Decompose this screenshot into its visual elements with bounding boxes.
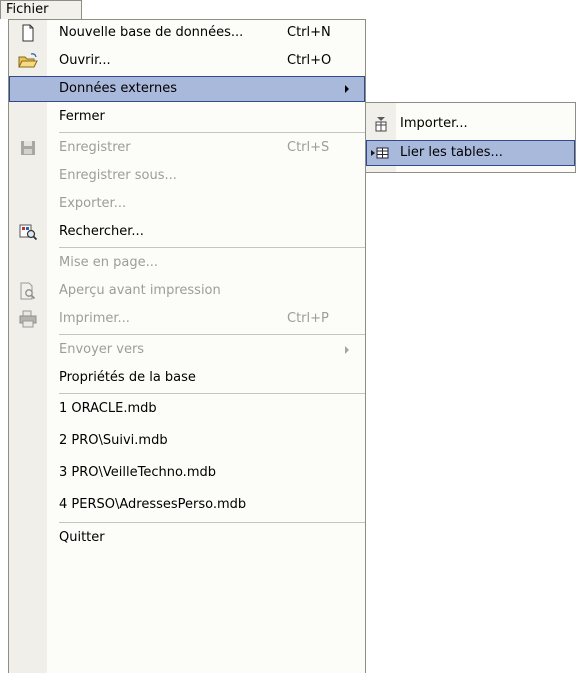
menu-item-label: Enregistrer sous... — [59, 168, 177, 183]
menu-item-recent-1[interactable]: 1 ORACLE.mdb — [9, 396, 365, 422]
menu-separator — [59, 522, 365, 523]
open-folder-icon — [18, 53, 38, 68]
menu-item-label: Mise en page... — [59, 255, 158, 270]
menu-item-label: 1 ORACLE.mdb — [59, 401, 157, 416]
menu-item-shortcut: Ctrl+O — [287, 53, 332, 68]
submenu-item-label: Importer... — [400, 116, 468, 131]
menu-item-label: Aperçu avant impression — [59, 283, 221, 298]
save-disk-icon — [21, 141, 35, 155]
menu-item-label: Enregistrer — [59, 140, 131, 155]
menu-item-label: 3 PRO\VeilleTechno.mdb — [59, 465, 216, 480]
submenu-arrow-icon — [345, 346, 349, 354]
search-database-icon — [19, 224, 38, 241]
menu-item-ouvrir[interactable]: Ouvrir... Ctrl+O — [9, 48, 365, 74]
menu-title-fichier[interactable]: Fichier — [0, 0, 82, 19]
menu-item-label: Rechercher... — [59, 224, 144, 239]
print-preview-icon — [20, 282, 36, 300]
submenu-item-label: Lier les tables... — [400, 145, 503, 160]
menu-item-label: 2 PRO\Suivi.mdb — [59, 433, 168, 448]
donnees-externes-submenu: Importer... Lier les tables... — [365, 102, 576, 173]
menu-item-recent-3[interactable]: 3 PRO\VeilleTechno.mdb — [9, 460, 365, 486]
menu-separator — [59, 132, 365, 133]
submenu-arrow-icon — [345, 85, 349, 93]
fichier-menu: Nouvelle base de données... Ctrl+N Ouvri… — [8, 19, 366, 673]
menu-item-shortcut: Ctrl+S — [287, 140, 330, 155]
menu-item-shortcut: Ctrl+P — [287, 311, 329, 326]
submenu-item-importer[interactable]: Importer... — [366, 111, 575, 137]
menu-item-label: Nouvelle base de données... — [59, 25, 244, 40]
menu-item-recent-4[interactable]: 4 PERSO\AdressesPerso.mdb — [9, 492, 365, 518]
menu-item-nouvelle-base[interactable]: Nouvelle base de données... Ctrl+N — [9, 20, 365, 46]
submenu-item-lier-tables[interactable]: Lier les tables... — [366, 140, 575, 166]
menu-item-enregistrer[interactable]: Enregistrer Ctrl+S — [9, 135, 365, 161]
menu-item-quitter[interactable]: Quitter — [9, 525, 365, 551]
menu-separator — [59, 393, 365, 394]
menu-item-label: Données externes — [59, 81, 178, 96]
menu-item-label: Envoyer vers — [59, 342, 145, 357]
menu-separator — [59, 334, 365, 335]
menu-item-donnees-externes[interactable]: Données externes — [9, 76, 365, 102]
menu-item-imprimer[interactable]: Imprimer... Ctrl+P — [9, 306, 365, 332]
menu-item-enregistrer-sous[interactable]: Enregistrer sous... — [9, 163, 365, 189]
menu-item-label: Fermer — [59, 109, 105, 124]
link-table-icon — [371, 147, 389, 159]
menu-item-label: 4 PERSO\AdressesPerso.mdb — [59, 497, 247, 512]
menu-item-shortcut: Ctrl+N — [287, 25, 331, 40]
menu-item-mise-en-page[interactable]: Mise en page... — [9, 250, 365, 276]
menu-item-label: Imprimer... — [59, 311, 130, 326]
new-document-icon — [22, 24, 34, 42]
menu-separator — [59, 247, 365, 248]
printer-icon — [19, 310, 37, 328]
menu-item-label: Exporter... — [59, 196, 127, 211]
menu-item-fermer[interactable]: Fermer — [9, 104, 365, 130]
menu-item-label: Quitter — [59, 530, 105, 545]
menu-item-envoyer-vers[interactable]: Envoyer vers — [9, 337, 365, 363]
menu-item-rechercher[interactable]: Rechercher... — [9, 219, 365, 245]
menu-item-label: Ouvrir... — [59, 53, 111, 68]
menu-item-recent-2[interactable]: 2 PRO\Suivi.mdb — [9, 428, 365, 454]
menu-item-apercu[interactable]: Aperçu avant impression — [9, 278, 365, 304]
import-table-icon — [375, 117, 387, 132]
menu-item-proprietes[interactable]: Propriétés de la base — [9, 365, 365, 391]
menu-item-exporter[interactable]: Exporter... — [9, 191, 365, 217]
menu-item-label: Propriétés de la base — [59, 370, 196, 385]
